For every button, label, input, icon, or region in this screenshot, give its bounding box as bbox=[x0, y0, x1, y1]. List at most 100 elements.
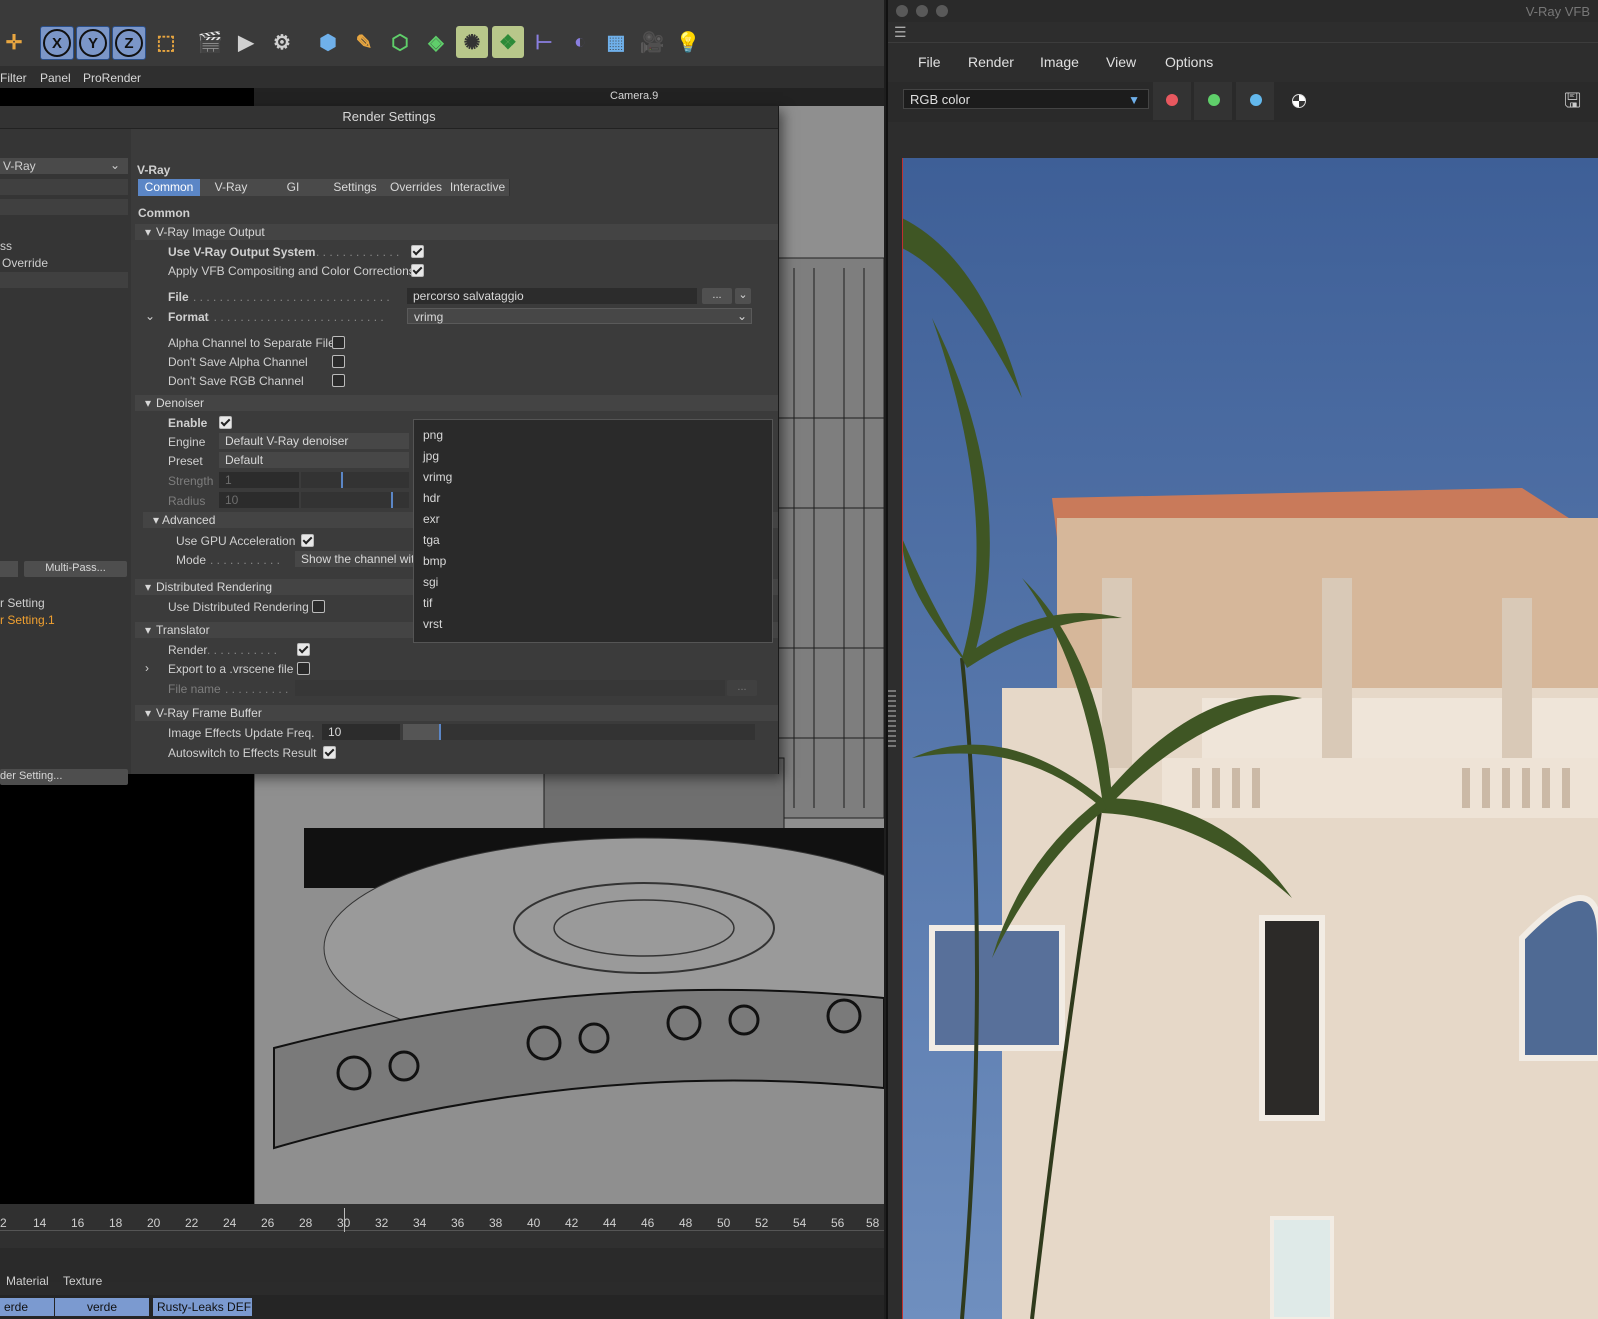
vfb-menu-image[interactable]: Image bbox=[1040, 54, 1079, 70]
tab-settings[interactable]: Settings bbox=[324, 179, 387, 196]
axis-z-button[interactable]: Z bbox=[112, 26, 146, 60]
texture-tab-label[interactable]: Texture bbox=[63, 1274, 102, 1288]
window-close-icon[interactable] bbox=[896, 5, 908, 17]
update-freq-slider[interactable] bbox=[403, 724, 755, 740]
axis-x-button[interactable]: X bbox=[40, 26, 74, 60]
tab-gi[interactable]: GI bbox=[262, 179, 325, 196]
section-image-output[interactable]: ▾ V-Ray Image Output bbox=[135, 224, 778, 240]
material-chip[interactable]: erde bbox=[0, 1298, 54, 1316]
splitter-handle[interactable] bbox=[888, 690, 896, 750]
material-chip[interactable]: verde bbox=[55, 1298, 149, 1316]
window-zoom-icon[interactable] bbox=[936, 5, 948, 17]
format-option-jpg[interactable]: jpg bbox=[423, 449, 439, 463]
cloner-icon[interactable]: ✺ bbox=[456, 26, 488, 58]
vfb-menu-options[interactable]: Options bbox=[1165, 54, 1213, 70]
pen-icon[interactable]: ✎ bbox=[348, 26, 380, 58]
render-view-icon[interactable]: ▶ bbox=[230, 26, 262, 58]
engine-select[interactable]: Default V-Ray denoiser bbox=[219, 433, 409, 449]
slider-handle[interactable] bbox=[341, 472, 343, 488]
format-option-hdr[interactable]: hdr bbox=[423, 491, 440, 505]
format-option-tif[interactable]: tif bbox=[423, 596, 432, 610]
channel-select[interactable]: RGB color ▼ bbox=[903, 89, 1149, 109]
format-option-exr[interactable]: exr bbox=[423, 512, 440, 526]
vfb-menu-render[interactable]: Render bbox=[968, 54, 1014, 70]
chevron-right-icon[interactable]: › bbox=[145, 661, 149, 675]
radius-slider[interactable] bbox=[301, 492, 409, 508]
chevron-down-icon[interactable]: ⌄ bbox=[145, 309, 155, 323]
camera-label[interactable]: Camera.9 bbox=[610, 90, 658, 102]
render-setting-button[interactable]: der Setting... bbox=[0, 769, 128, 785]
render-setting-active-item[interactable]: r Setting.1 bbox=[0, 613, 55, 627]
alpha-channel-icon[interactable] bbox=[1292, 94, 1306, 108]
tab-overrides[interactable]: Overrides bbox=[386, 179, 447, 196]
format-option-tga[interactable]: tga bbox=[423, 533, 440, 547]
generator-icon[interactable]: ⬡ bbox=[384, 26, 416, 58]
light-icon[interactable]: 💡 bbox=[672, 26, 704, 58]
vfb-menu-file[interactable]: File bbox=[918, 54, 941, 70]
render-image[interactable] bbox=[902, 158, 1598, 1319]
format-option-bmp[interactable]: bmp bbox=[423, 554, 446, 568]
format-option-vrimg[interactable]: vrimg bbox=[423, 470, 452, 484]
spline-icon[interactable]: ⊢ bbox=[528, 26, 560, 58]
strength-slider[interactable] bbox=[301, 472, 409, 488]
hamburger-menu-icon[interactable]: ☰ bbox=[894, 24, 907, 41]
deformer-icon[interactable]: ◈ bbox=[420, 26, 452, 58]
file-name-browse-button[interactable]: ... bbox=[727, 680, 757, 696]
section-frame-buffer[interactable]: ▾ V-Ray Frame Buffer bbox=[135, 705, 778, 721]
field-icon[interactable]: ◐ bbox=[564, 26, 596, 58]
slider-handle[interactable] bbox=[439, 724, 441, 740]
left-item-override[interactable]: Override bbox=[2, 256, 48, 270]
apply-vfb-checkbox[interactable] bbox=[411, 264, 424, 277]
format-option-vrst[interactable]: vrst bbox=[423, 617, 442, 631]
render-setting-item[interactable]: r Setting bbox=[0, 596, 45, 610]
format-option-png[interactable]: png bbox=[423, 428, 443, 442]
menu-filter[interactable]: Filter bbox=[0, 71, 27, 85]
coordinate-system-icon[interactable]: ⬚ bbox=[150, 26, 182, 58]
autoswitch-checkbox[interactable] bbox=[323, 746, 336, 759]
save-icon[interactable]: 🖫 bbox=[1564, 86, 1581, 120]
tab-interactive[interactable]: Interactive bbox=[446, 179, 510, 196]
section-denoiser[interactable]: ▾ Denoiser bbox=[135, 395, 778, 411]
dont-save-alpha-checkbox[interactable] bbox=[332, 355, 345, 368]
render-settings-icon[interactable]: ⚙ bbox=[266, 26, 298, 58]
dialog-title[interactable]: Render Settings bbox=[0, 106, 778, 129]
file-menu-chevron-icon[interactable]: ⌄ bbox=[735, 288, 751, 304]
update-freq-input[interactable]: 10 bbox=[322, 724, 400, 740]
tab-common[interactable]: Common bbox=[138, 179, 201, 196]
translator-render-checkbox[interactable] bbox=[297, 643, 310, 656]
radius-input[interactable]: 10 bbox=[219, 492, 299, 508]
tab-vray[interactable]: V-Ray bbox=[200, 179, 263, 196]
menu-panel[interactable]: Panel bbox=[40, 71, 71, 85]
use-output-system-checkbox[interactable] bbox=[411, 245, 424, 258]
slider-handle[interactable] bbox=[391, 492, 393, 508]
camera-icon[interactable]: 🎥 bbox=[636, 26, 668, 58]
file-browse-button[interactable]: ... bbox=[702, 288, 732, 304]
vfb-menu-view[interactable]: View bbox=[1106, 54, 1136, 70]
cube-icon[interactable]: ⬢ bbox=[312, 26, 344, 58]
use-distributed-checkbox[interactable] bbox=[312, 600, 325, 613]
multipass-button[interactable]: Multi-Pass... bbox=[24, 561, 127, 577]
left-item-ss[interactable]: ss bbox=[0, 239, 12, 253]
strength-input[interactable]: 1 bbox=[219, 472, 299, 488]
move-tool-icon[interactable]: ✛ bbox=[0, 26, 30, 58]
window-minimize-icon[interactable] bbox=[916, 5, 928, 17]
material-tab-label[interactable]: Material bbox=[6, 1274, 49, 1288]
file-name-input[interactable] bbox=[295, 680, 725, 696]
dont-save-rgb-checkbox[interactable] bbox=[332, 374, 345, 387]
left-small-button[interactable] bbox=[0, 561, 18, 577]
mograph-icon[interactable]: ❖ bbox=[492, 26, 524, 58]
export-vrscene-checkbox[interactable] bbox=[297, 662, 310, 675]
floor-icon[interactable]: ▦ bbox=[600, 26, 632, 58]
axis-y-button[interactable]: Y bbox=[76, 26, 110, 60]
menu-prorender[interactable]: ProRender bbox=[83, 71, 141, 85]
gpu-acceleration-checkbox[interactable] bbox=[301, 534, 314, 547]
format-option-sgi[interactable]: sgi bbox=[423, 575, 438, 589]
denoiser-enable-checkbox[interactable] bbox=[219, 416, 232, 429]
renderer-select[interactable]: V-Ray ⌄ bbox=[0, 158, 128, 174]
preset-select[interactable]: Default bbox=[219, 452, 409, 468]
render-region-icon[interactable]: 🎬 bbox=[194, 26, 226, 58]
file-path-input[interactable]: percorso salvataggio bbox=[407, 288, 697, 304]
alpha-separate-checkbox[interactable] bbox=[332, 336, 345, 349]
material-chip[interactable]: Rusty-Leaks DEF bbox=[153, 1298, 252, 1316]
format-select[interactable]: vrimg ⌄ bbox=[407, 308, 752, 324]
